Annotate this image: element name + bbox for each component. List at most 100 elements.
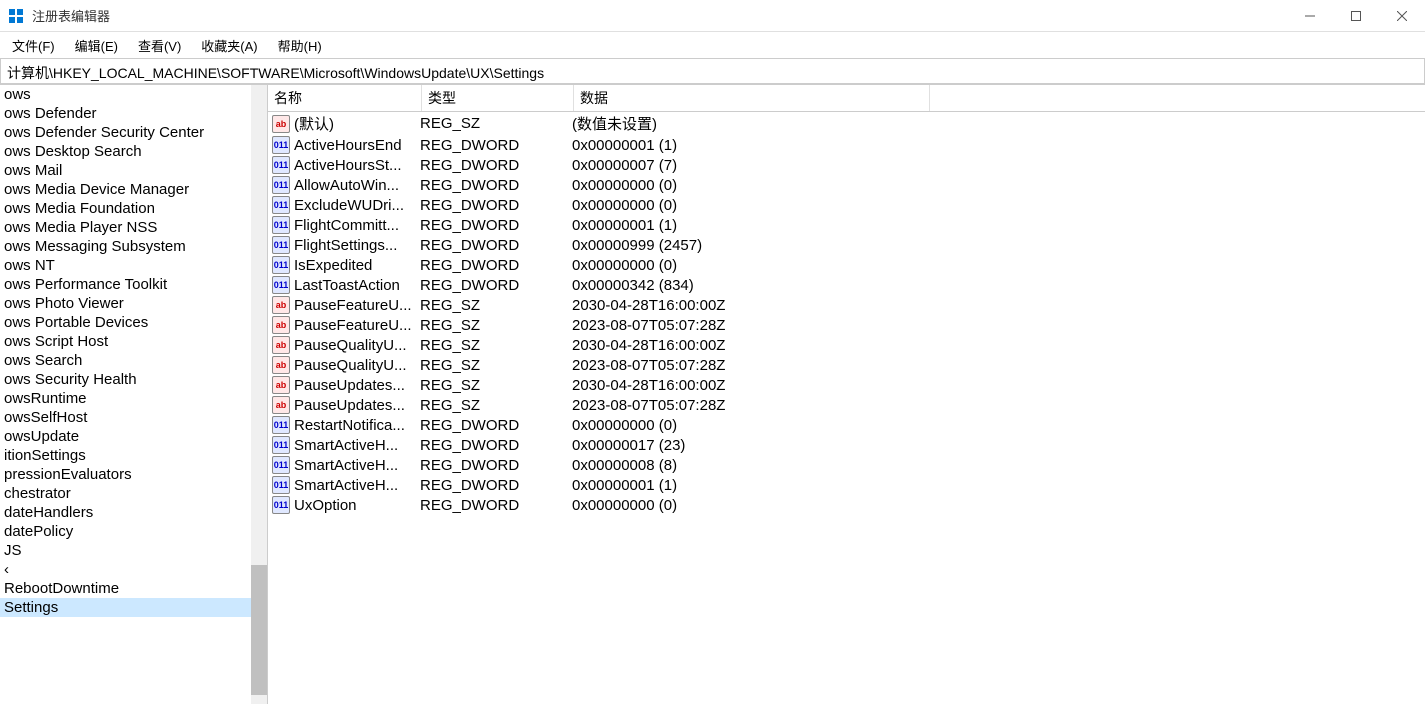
tree-item[interactable]: ows NT: [0, 256, 267, 275]
value-type: REG_SZ: [420, 337, 572, 354]
value-row[interactable]: 011FlightSettings...REG_DWORD0x00000999 …: [268, 235, 1425, 255]
value-row[interactable]: 011SmartActiveH...REG_DWORD0x00000001 (1…: [268, 475, 1425, 495]
column-header-type[interactable]: 类型: [422, 85, 574, 111]
tree-scroll-thumb[interactable]: [251, 565, 267, 695]
value-data: 2023-08-07T05:07:28Z: [572, 317, 1425, 334]
value-row[interactable]: 011SmartActiveH...REG_DWORD0x00000008 (8…: [268, 455, 1425, 475]
tree-item[interactable]: ows Photo Viewer: [0, 294, 267, 313]
tree-item[interactable]: JS: [0, 541, 267, 560]
tree-pane[interactable]: owsows Defenderows Defender Security Cen…: [0, 85, 268, 704]
value-type: REG_DWORD: [420, 157, 572, 174]
value-row[interactable]: ab(默认)REG_SZ(数值未设置): [268, 112, 1425, 135]
value-type: REG_SZ: [420, 357, 572, 374]
tree-item[interactable]: ows Media Device Manager: [0, 180, 267, 199]
value-row[interactable]: 011FlightCommitt...REG_DWORD0x00000001 (…: [268, 215, 1425, 235]
tree-item[interactable]: RebootDowntime: [0, 579, 267, 598]
tree-item[interactable]: ows Mail: [0, 161, 267, 180]
tree-item[interactable]: datePolicy: [0, 522, 267, 541]
menu-file[interactable]: 文件(F): [12, 36, 55, 55]
tree-item[interactable]: dateHandlers: [0, 503, 267, 522]
dword-value-icon: 011: [272, 436, 290, 454]
tree-scrollbar[interactable]: [251, 85, 267, 704]
value-row[interactable]: 011RestartNotifica...REG_DWORD0x00000000…: [268, 415, 1425, 435]
value-row[interactable]: abPauseQualityU...REG_SZ2023-08-07T05:07…: [268, 355, 1425, 375]
value-row[interactable]: 011ActiveHoursEndREG_DWORD0x00000001 (1): [268, 135, 1425, 155]
value-data: (数值未设置): [572, 113, 1425, 134]
close-button[interactable]: [1379, 0, 1425, 32]
value-row[interactable]: 011SmartActiveH...REG_DWORD0x00000017 (2…: [268, 435, 1425, 455]
tree-item[interactable]: owsSelfHost: [0, 408, 267, 427]
tree-item[interactable]: pressionEvaluators: [0, 465, 267, 484]
tree-item[interactable]: ows Media Player NSS: [0, 218, 267, 237]
values-pane[interactable]: 名称 类型 数据 ab(默认)REG_SZ(数值未设置)011ActiveHou…: [268, 85, 1425, 704]
column-header-data[interactable]: 数据: [574, 85, 930, 111]
dword-value-icon: 011: [272, 236, 290, 254]
value-type: REG_SZ: [420, 377, 572, 394]
value-data: 0x00000001 (1): [572, 477, 1425, 494]
value-name: ActiveHoursSt...: [294, 157, 420, 174]
value-type: REG_DWORD: [420, 417, 572, 434]
tree-item[interactable]: owsUpdate: [0, 427, 267, 446]
tree-item[interactable]: Settings: [0, 598, 267, 617]
dword-value-icon: 011: [272, 156, 290, 174]
value-row[interactable]: abPauseFeatureU...REG_SZ2023-08-07T05:07…: [268, 315, 1425, 335]
tree-item[interactable]: ows Media Foundation: [0, 199, 267, 218]
value-data: 0x00000007 (7): [572, 157, 1425, 174]
tree-item[interactable]: ows Performance Toolkit: [0, 275, 267, 294]
address-bar[interactable]: 计算机\HKEY_LOCAL_MACHINE\SOFTWARE\Microsof…: [0, 58, 1425, 84]
tree-item[interactable]: ows Defender Security Center: [0, 123, 267, 142]
value-name: SmartActiveH...: [294, 457, 420, 474]
dword-value-icon: 011: [272, 256, 290, 274]
value-row[interactable]: abPauseQualityU...REG_SZ2030-04-28T16:00…: [268, 335, 1425, 355]
value-name: FlightSettings...: [294, 237, 420, 254]
tree-item[interactable]: ows Portable Devices: [0, 313, 267, 332]
tree-item[interactable]: chestrator: [0, 484, 267, 503]
menu-favorites[interactable]: 收藏夹(A): [201, 36, 257, 55]
tree-item[interactable]: ows Search: [0, 351, 267, 370]
value-data: 0x00000008 (8): [572, 457, 1425, 474]
value-data: 0x00000000 (0): [572, 197, 1425, 214]
column-header-name[interactable]: 名称: [268, 85, 422, 111]
value-data: 2023-08-07T05:07:28Z: [572, 357, 1425, 374]
string-value-icon: ab: [272, 336, 290, 354]
value-row[interactable]: 011ExcludeWUDri...REG_DWORD0x00000000 (0…: [268, 195, 1425, 215]
tree-item[interactable]: ows Defender: [0, 104, 267, 123]
value-type: REG_DWORD: [420, 277, 572, 294]
value-type: REG_DWORD: [420, 497, 572, 514]
tree-item[interactable]: ows Script Host: [0, 332, 267, 351]
value-data: 0x00000000 (0): [572, 497, 1425, 514]
tree-item[interactable]: ‹: [0, 560, 267, 579]
value-row[interactable]: 011ActiveHoursSt...REG_DWORD0x00000007 (…: [268, 155, 1425, 175]
value-row[interactable]: abPauseUpdates...REG_SZ2030-04-28T16:00:…: [268, 375, 1425, 395]
tree-item[interactable]: owsRuntime: [0, 389, 267, 408]
value-name: FlightCommitt...: [294, 217, 420, 234]
tree-item[interactable]: itionSettings: [0, 446, 267, 465]
value-row[interactable]: 011UxOptionREG_DWORD0x00000000 (0): [268, 495, 1425, 515]
value-data: 0x00000017 (23): [572, 437, 1425, 454]
titlebar[interactable]: 注册表编辑器: [0, 0, 1425, 32]
maximize-button[interactable]: [1333, 0, 1379, 32]
value-row[interactable]: 011IsExpeditedREG_DWORD0x00000000 (0): [268, 255, 1425, 275]
value-name: LastToastAction: [294, 277, 420, 294]
value-type: REG_DWORD: [420, 437, 572, 454]
content-area: owsows Defenderows Defender Security Cen…: [0, 84, 1425, 704]
dword-value-icon: 011: [272, 416, 290, 434]
tree-item[interactable]: ows Security Health: [0, 370, 267, 389]
string-value-icon: ab: [272, 376, 290, 394]
menu-help[interactable]: 帮助(H): [278, 36, 322, 55]
dword-value-icon: 011: [272, 136, 290, 154]
menu-view[interactable]: 查看(V): [138, 36, 181, 55]
value-data: 0x00000342 (834): [572, 277, 1425, 294]
tree-item[interactable]: ows Desktop Search: [0, 142, 267, 161]
value-name: IsExpedited: [294, 257, 420, 274]
value-row[interactable]: 011LastToastActionREG_DWORD0x00000342 (8…: [268, 275, 1425, 295]
value-row[interactable]: abPauseUpdates...REG_SZ2023-08-07T05:07:…: [268, 395, 1425, 415]
menu-edit[interactable]: 编辑(E): [75, 36, 118, 55]
value-row[interactable]: 011AllowAutoWin...REG_DWORD0x00000000 (0…: [268, 175, 1425, 195]
tree-item[interactable]: ows Messaging Subsystem: [0, 237, 267, 256]
value-row[interactable]: abPauseFeatureU...REG_SZ2030-04-28T16:00…: [268, 295, 1425, 315]
value-name: PauseFeatureU...: [294, 297, 420, 314]
minimize-button[interactable]: [1287, 0, 1333, 32]
tree-item[interactable]: ows: [0, 85, 267, 104]
value-data: 0x00000999 (2457): [572, 237, 1425, 254]
